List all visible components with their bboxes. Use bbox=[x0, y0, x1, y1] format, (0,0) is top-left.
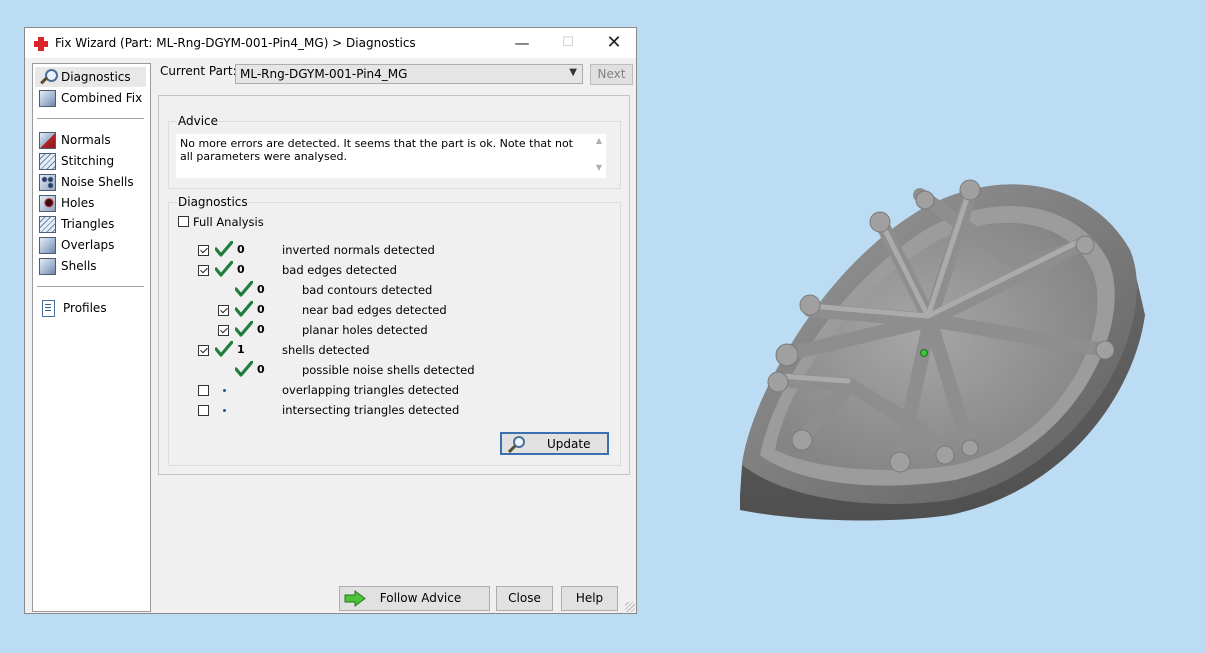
sidebar-item-holes[interactable]: Holes bbox=[35, 193, 146, 213]
window-title: Fix Wizard (Part: ML-Rng-DGYM-001-Pin4_M… bbox=[55, 36, 416, 50]
follow-advice-button[interactable]: Follow Advice bbox=[339, 586, 490, 611]
cube-shell-icon bbox=[39, 257, 56, 275]
sidebar-item-diagnostics[interactable]: Diagnostics bbox=[35, 67, 146, 87]
diagnostic-label: shells detected bbox=[282, 343, 370, 357]
sidebar-item-label: Noise Shells bbox=[61, 175, 134, 189]
app-cross-icon bbox=[33, 36, 49, 52]
cube-stitch-icon bbox=[39, 152, 56, 170]
diagnostic-row-checkbox[interactable] bbox=[198, 345, 209, 356]
sidebar-item-combined-fix[interactable]: Combined Fix bbox=[35, 88, 146, 108]
full-analysis-checkbox[interactable] bbox=[178, 216, 189, 227]
title-bar[interactable]: Fix Wizard (Part: ML-Rng-DGYM-001-Pin4_M… bbox=[25, 28, 636, 58]
green-check-icon bbox=[235, 301, 253, 317]
cube-overlap-icon bbox=[39, 236, 56, 254]
sidebar-item-shells[interactable]: Shells bbox=[35, 256, 146, 276]
help-button[interactable]: Help bbox=[561, 586, 618, 611]
green-check-icon bbox=[215, 341, 233, 357]
not-analysed-dot-icon bbox=[223, 409, 226, 412]
close-button[interactable]: Close bbox=[496, 586, 553, 611]
minimize-button[interactable]: — bbox=[499, 28, 545, 58]
sidebar-item-normals[interactable]: Normals bbox=[35, 130, 146, 150]
update-button[interactable]: Update bbox=[500, 432, 609, 455]
full-analysis-label: Full Analysis bbox=[193, 215, 264, 229]
cube-stack-icon bbox=[39, 89, 56, 107]
advice-group: Advice No more errors are detected. It s… bbox=[168, 114, 621, 189]
advice-text: No more errors are detected. It seems th… bbox=[180, 137, 573, 163]
sidebar-item-label: Shells bbox=[61, 259, 97, 273]
diagnostic-row-checkbox[interactable] bbox=[218, 305, 229, 316]
green-check-icon bbox=[235, 361, 253, 377]
current-part-value: ML-Rng-DGYM-001-Pin4_MG bbox=[240, 67, 408, 81]
arrow-right-icon bbox=[344, 590, 366, 607]
sidebar-item-overlaps[interactable]: Overlaps bbox=[35, 235, 146, 255]
diagnostic-count: 0 bbox=[237, 263, 245, 276]
diagnostics-legend: Diagnostics bbox=[177, 195, 249, 209]
diagnostic-count: 0 bbox=[257, 323, 265, 336]
diagnostic-count: 0 bbox=[237, 243, 245, 256]
sidebar-item-triangles[interactable]: Triangles bbox=[35, 214, 146, 234]
not-analysed-dot-icon bbox=[223, 389, 226, 392]
fix-wizard-window: Fix Wizard (Part: ML-Rng-DGYM-001-Pin4_M… bbox=[24, 27, 637, 614]
diagnostic-label: inverted normals detected bbox=[282, 243, 435, 257]
magnifier-icon bbox=[39, 68, 58, 86]
green-check-icon bbox=[215, 241, 233, 257]
diagnostic-label: possible noise shells detected bbox=[302, 363, 475, 377]
sidebar: Diagnostics Combined Fix Normals Stitchi… bbox=[32, 63, 151, 612]
sidebar-item-label: Holes bbox=[61, 196, 95, 210]
diagnostic-row-checkbox[interactable] bbox=[218, 325, 229, 336]
advice-scrollbar[interactable]: ▲ ▼ bbox=[592, 134, 606, 178]
current-part-label: Current Part: bbox=[160, 64, 237, 78]
cube-hole-icon bbox=[39, 194, 56, 212]
sidebar-item-profiles[interactable]: Profiles bbox=[35, 298, 146, 318]
diagnostic-count: 0 bbox=[257, 363, 265, 376]
maximize-button: ☐ bbox=[562, 35, 574, 50]
sidebar-item-label: Profiles bbox=[63, 301, 107, 315]
cube-dots-icon bbox=[39, 173, 56, 191]
sidebar-item-label: Overlaps bbox=[61, 238, 115, 252]
sidebar-divider bbox=[37, 118, 144, 119]
diagnostic-label: intersecting triangles detected bbox=[282, 403, 460, 417]
sidebar-item-label: Combined Fix bbox=[61, 91, 143, 105]
diagnostic-label: overlapping triangles detected bbox=[282, 383, 460, 397]
magnifier-icon bbox=[507, 436, 525, 453]
scroll-down-icon: ▼ bbox=[595, 163, 603, 172]
scroll-up-icon: ▲ bbox=[595, 136, 603, 145]
diagnostic-label: bad edges detected bbox=[282, 263, 397, 277]
green-check-icon bbox=[235, 281, 253, 297]
diagnostic-count: 0 bbox=[257, 283, 265, 296]
diagnostic-label: planar holes detected bbox=[302, 323, 428, 337]
advice-textbox[interactable]: No more errors are detected. It seems th… bbox=[176, 134, 606, 178]
diagnostic-row-checkbox[interactable] bbox=[198, 245, 209, 256]
part-3d-viewport[interactable] bbox=[730, 170, 1155, 530]
green-check-icon bbox=[215, 261, 233, 277]
sidebar-item-label: Normals bbox=[61, 133, 111, 147]
diagnostic-row-checkbox[interactable] bbox=[198, 405, 209, 416]
diagnostic-count: 0 bbox=[257, 303, 265, 316]
cube-triangles-icon bbox=[39, 215, 56, 233]
diagnostic-label: bad contours detected bbox=[302, 283, 433, 297]
sidebar-item-label: Stitching bbox=[61, 154, 115, 168]
diagnostic-row-checkbox[interactable] bbox=[198, 265, 209, 276]
cube-red-face-icon bbox=[39, 131, 56, 149]
diagnostic-row-checkbox[interactable] bbox=[198, 385, 209, 396]
sidebar-item-noise-shells[interactable]: Noise Shells bbox=[35, 172, 146, 192]
green-check-icon bbox=[235, 321, 253, 337]
follow-advice-label: Follow Advice bbox=[379, 591, 462, 605]
advice-legend: Advice bbox=[177, 114, 220, 128]
chevron-down-icon: ▼ bbox=[569, 67, 577, 78]
diagnostic-count: 1 bbox=[237, 343, 245, 356]
close-window-button[interactable]: ✕ bbox=[591, 28, 637, 58]
diagnostic-label: near bad edges detected bbox=[302, 303, 447, 317]
next-button: Next bbox=[590, 64, 633, 85]
current-part-dropdown[interactable]: ML-Rng-DGYM-001-Pin4_MG ▼ bbox=[235, 64, 583, 84]
pivot-marker bbox=[920, 349, 928, 357]
sidebar-item-label: Diagnostics bbox=[61, 70, 131, 84]
part-mesh bbox=[740, 179, 1145, 521]
sidebar-item-stitching[interactable]: Stitching bbox=[35, 151, 146, 171]
document-icon bbox=[42, 299, 55, 317]
sidebar-divider bbox=[37, 286, 144, 287]
sidebar-item-label: Triangles bbox=[61, 217, 115, 231]
update-label: Update bbox=[547, 437, 591, 451]
resize-grip[interactable] bbox=[625, 602, 635, 612]
